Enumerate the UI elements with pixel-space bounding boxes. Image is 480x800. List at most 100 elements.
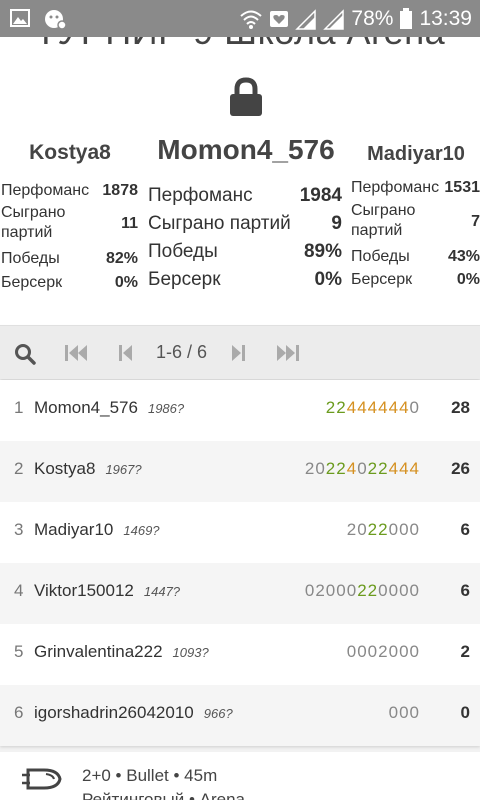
player-name[interactable]: Grinvalentina222	[34, 642, 163, 661]
standings-table: 1 Momon4_576 1986? 224444440 28 2 Kostya8…	[0, 380, 480, 746]
score-sheet: 20224022444	[305, 459, 420, 479]
emoji-icon	[45, 10, 66, 29]
podium-second-name[interactable]: Kostya8	[0, 141, 140, 165]
battery-icon	[400, 8, 413, 29]
row-rank: 5	[14, 642, 24, 661]
podium-winner-games: Сыграно партий 9	[148, 213, 342, 234]
game-result: 0	[399, 581, 410, 600]
game-result: 0	[409, 398, 420, 417]
game-result: 0	[336, 581, 347, 600]
page-range: 1-6 / 6	[156, 342, 208, 362]
game-result: 0	[399, 703, 410, 722]
podium-third-wins: Победы 43%	[351, 248, 480, 265]
row-rank: 2	[14, 459, 24, 478]
score-sheet: 000	[389, 703, 420, 723]
podium-third-perf: Перфоманс 1531	[351, 179, 480, 196]
table-row[interactable]: 1 Momon4_576 1986? 224444440 28	[0, 380, 480, 441]
player-name[interactable]: Momon4_576	[34, 398, 138, 417]
podium-winner-name[interactable]: Momon4_576	[146, 134, 346, 166]
player-name[interactable]: igorshadrin26042010	[34, 703, 194, 722]
score-sheet: 224444440	[326, 398, 420, 418]
player-name[interactable]: Viktor150012	[34, 581, 134, 600]
podium-second-perf: Перфоманс 1878	[1, 182, 138, 199]
game-result: 0	[388, 642, 400, 661]
table-row[interactable]: 3 Madiyar10 1469? 2022000 6	[0, 502, 480, 563]
tournament-title: ТУРНИР 9 Школа Arena	[0, 37, 480, 53]
game-result: 0	[409, 520, 420, 539]
game-result: 0	[409, 581, 420, 600]
podium-second-wins: Победы 82%	[1, 250, 138, 267]
game-result: 0	[315, 459, 326, 478]
row-rank: 1	[14, 398, 24, 417]
game-result: 4	[399, 459, 410, 478]
game-result: 2	[367, 459, 379, 478]
podium-third-name[interactable]: Madiyar10	[352, 143, 480, 166]
podium-winner-wins: Победы 89%	[148, 241, 342, 262]
total-score: 28	[451, 398, 470, 417]
player-rating: 1093?	[172, 645, 209, 660]
podium-third-berserk: Берсерк 0%	[351, 271, 480, 288]
prev-page-icon[interactable]	[118, 343, 134, 363]
total-score: 6	[460, 581, 470, 600]
player-rating: 1447?	[143, 584, 181, 599]
game-result: 2	[336, 398, 347, 417]
player-name[interactable]: Madiyar10	[34, 520, 113, 539]
table-row[interactable]: 4 Viktor150012 1447? 02000220000 6	[0, 563, 480, 624]
game-result: 0	[325, 581, 337, 600]
game-result: 4	[399, 398, 410, 417]
game-result: 2	[325, 398, 337, 417]
game-result: 2	[346, 520, 358, 539]
game-result: 4	[346, 459, 358, 478]
tournament-info: 2+0 • Bullet • 45m Рейтинговый • Arena	[0, 752, 480, 800]
game-result: 2	[325, 459, 337, 478]
clock: 13:39	[419, 7, 472, 30]
game-result: 0	[409, 703, 420, 722]
signal-icon	[295, 9, 317, 30]
table-row[interactable]: 2 Kostya8 1967? 20224022444 26	[0, 441, 480, 502]
last-page-icon[interactable]	[276, 343, 300, 363]
game-result: 2	[367, 520, 379, 539]
score-sheet: 2022000	[347, 520, 420, 540]
game-result: 4	[378, 398, 389, 417]
game-result: 2	[378, 520, 389, 539]
wifi-icon	[240, 10, 263, 29]
game-result: 0	[388, 703, 400, 722]
game-result: 2	[367, 581, 379, 600]
total-score: 0	[460, 703, 470, 722]
first-page-icon[interactable]	[64, 343, 88, 363]
player-rating: 1469?	[123, 523, 160, 538]
next-page-icon[interactable]	[230, 343, 246, 363]
game-result: 0	[357, 642, 368, 661]
podium-winner-berserk: Берсерк 0%	[148, 269, 342, 290]
game-result: 0	[409, 642, 420, 661]
game-result: 0	[304, 581, 316, 600]
game-result: 2	[378, 642, 389, 661]
standings-pager: 1-6 / 6	[0, 325, 480, 379]
game-result: 4	[388, 398, 400, 417]
game-result: 0	[367, 642, 379, 661]
podium-third-games: Сыграно партий 7	[351, 202, 480, 239]
row-rank: 3	[14, 520, 24, 539]
table-row[interactable]: 6 igorshadrin26042010 966? 000 0	[0, 685, 480, 746]
podium-second-games: Сыграно партий 11	[1, 204, 138, 241]
game-result: 0	[388, 581, 400, 600]
game-result: 0	[357, 459, 368, 478]
game-result: 2	[304, 459, 316, 478]
signal-icon	[323, 9, 345, 30]
score-sheet: 02000220000	[305, 581, 420, 601]
lock-icon	[230, 77, 262, 116]
tournament-type: Рейтинговый • Arena	[82, 790, 246, 800]
tournament-podium: ТУРНИР 9 Школа Arena Kostya8 Перфоманс 1…	[0, 37, 480, 325]
player-name[interactable]: Kostya8	[34, 459, 95, 478]
game-result: 0	[388, 520, 400, 539]
table-row[interactable]: 5 Grinvalentina222 1093? 0002000 2	[0, 624, 480, 685]
bullet-icon	[22, 768, 62, 790]
game-result: 2	[357, 581, 368, 600]
podium-second-berserk: Берсерк 0%	[1, 274, 138, 291]
player-rating: 966?	[203, 706, 233, 721]
game-result: 0	[357, 520, 368, 539]
search-icon[interactable]	[14, 343, 36, 365]
game-result: 0	[378, 581, 389, 600]
game-result: 4	[357, 398, 368, 417]
game-result: 0	[346, 581, 358, 600]
